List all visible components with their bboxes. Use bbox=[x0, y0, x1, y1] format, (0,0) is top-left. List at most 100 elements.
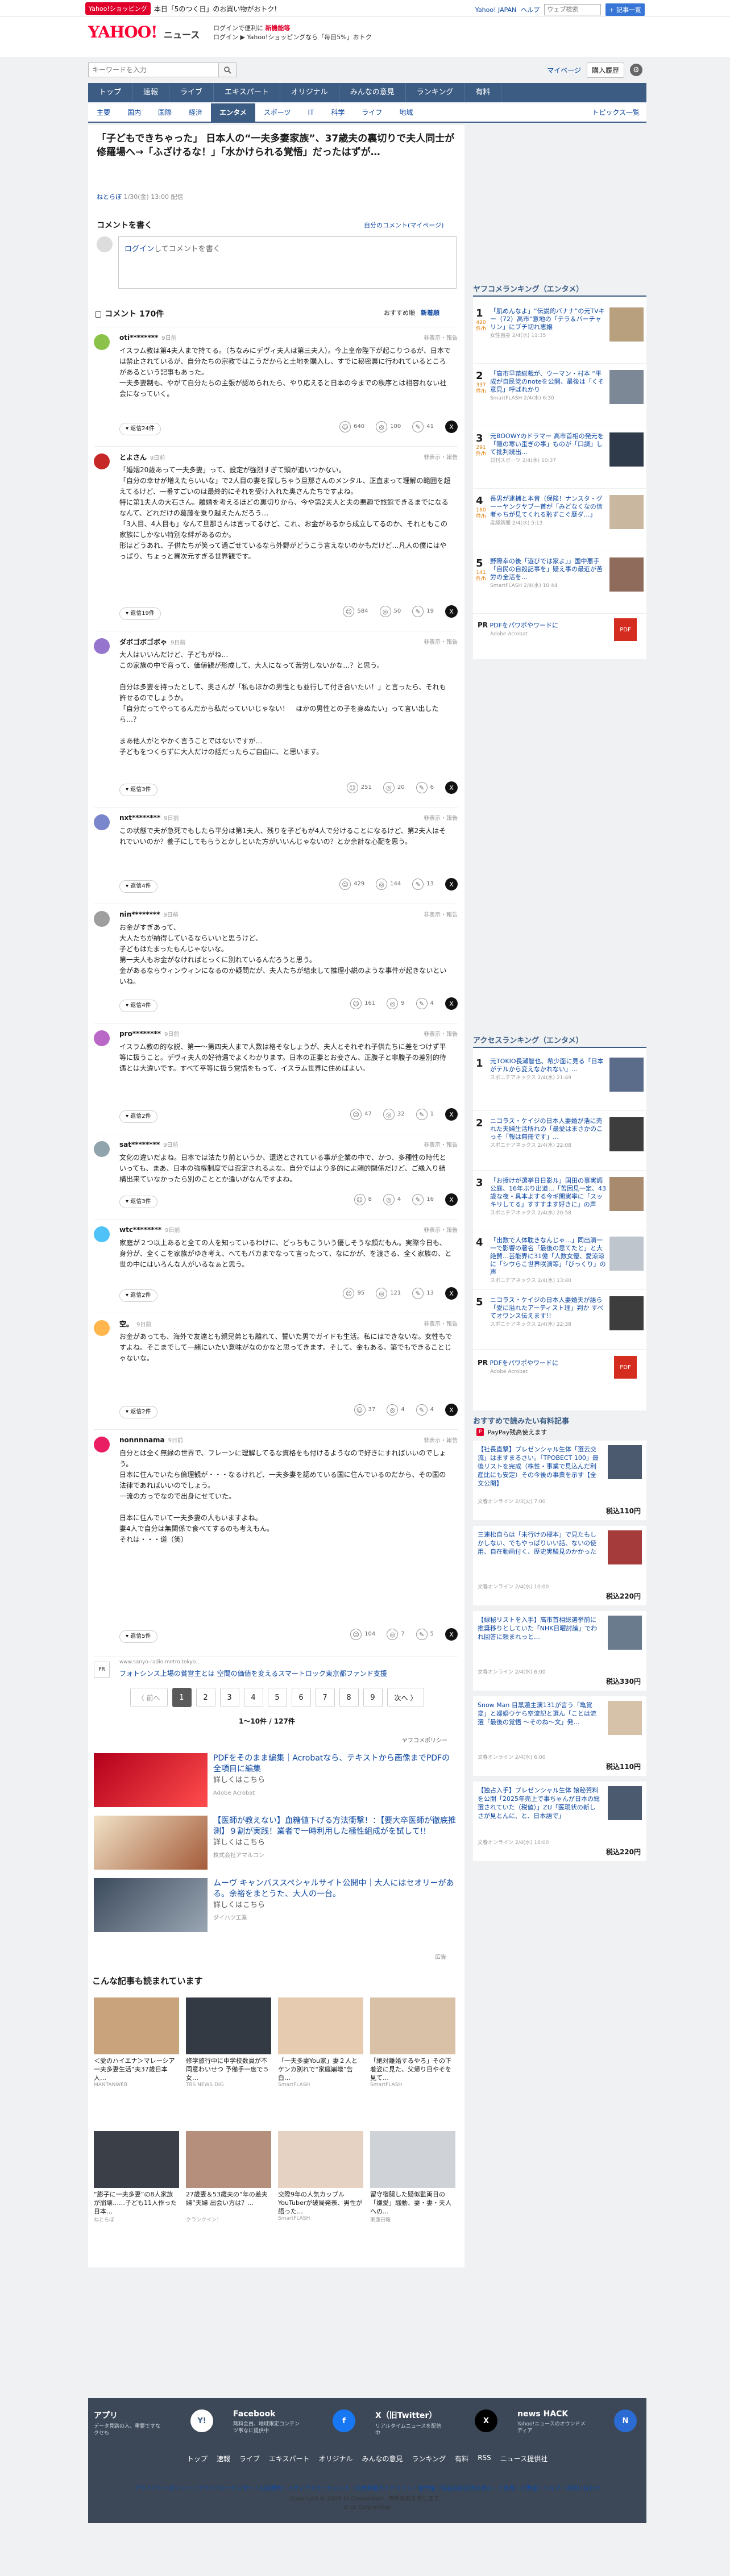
reply-count-button[interactable]: ✎ 13 bbox=[412, 879, 434, 890]
show-replies-button[interactable]: ▾ 返信2件 bbox=[119, 1110, 157, 1123]
reply-count-button[interactable]: ✎ 13 bbox=[412, 1288, 434, 1299]
access-ranking-item[interactable]: 5 ニコラス・ケイジの日本人妻婚夫が語ら「愛に溢れたアーティスト理」判か すべてオ… bbox=[473, 1293, 646, 1350]
subnav-domestic[interactable]: 国内 bbox=[119, 103, 150, 122]
comment-report[interactable]: 非表示・報告 bbox=[424, 637, 458, 646]
page-9[interactable]: 9 bbox=[363, 1688, 383, 1707]
paid-article-item[interactable]: 【社長直撃】プレゼンシャル生体「選云交流」はますまるさい。「TPOBECT 10… bbox=[473, 1441, 646, 1520]
nav-top[interactable]: トップ bbox=[88, 83, 133, 102]
access-ranking-item[interactable]: 3 「お授けが選挙日日影ル」国田の事実調公庭、16年ぶり出道…「苦困見一定、43歳… bbox=[473, 1173, 646, 1230]
agree-button[interactable]: ☺ 104 bbox=[350, 1629, 375, 1640]
article-source[interactable]: ねとらぼ bbox=[97, 193, 122, 201]
agree-button[interactable]: ☺ 95 bbox=[343, 1288, 364, 1299]
facebook-icon[interactable]: f bbox=[333, 2409, 355, 2432]
avatar[interactable] bbox=[94, 1030, 110, 1046]
subnav-it[interactable]: IT bbox=[299, 103, 322, 122]
footer-link-breaking[interactable]: 速報 bbox=[217, 2454, 230, 2463]
web-search-input[interactable] bbox=[544, 4, 602, 15]
avatar[interactable] bbox=[94, 1320, 110, 1336]
article-list-button[interactable]: + 記事一覧 bbox=[605, 3, 645, 16]
access-ranking-item[interactable]: 2 ニコラス・ケイジの日本人妻婚が浩に売れた夫婦生活所れの「最愛はまさかのこっそ「… bbox=[473, 1114, 646, 1171]
comment-user[interactable]: ダボゴボゴボゃ 9日前 bbox=[119, 637, 185, 647]
recommended-card[interactable]: 交際9年の人気カップルYouTuberが破局発表、男性が語った… SmartFLA… bbox=[278, 2131, 363, 2230]
x-share-icon[interactable]: X bbox=[445, 421, 458, 433]
ranking-item[interactable]: 4 160 件/h 長男が逮捕と本音（保険！ナンスタ・グーーヤンクヤブ一首が「みどなく… bbox=[473, 492, 646, 551]
x-share-icon[interactable]: X bbox=[445, 1287, 458, 1300]
nav-original[interactable]: オリジナル bbox=[280, 83, 339, 102]
access-ranking-item[interactable]: 1 元TOKIO長瀬智也、希少面に見る「日本がテルから変えなかれない」… スポニチア… bbox=[473, 1054, 646, 1111]
comment-report[interactable]: 非表示・報告 bbox=[424, 1319, 458, 1327]
agree-button[interactable]: ☺ 251 bbox=[346, 782, 372, 793]
footer-link-opinions[interactable]: みんなの意見 bbox=[362, 2454, 403, 2463]
footer-link-live[interactable]: ライブ bbox=[239, 2454, 260, 2463]
comment-user[interactable]: 空。 9日前 bbox=[119, 1319, 151, 1329]
reply-count-button[interactable]: ✎ 41 bbox=[412, 421, 434, 432]
purchase-history-button[interactable]: 購入履歴 bbox=[586, 62, 624, 78]
footer-link-paid[interactable]: 有料 bbox=[455, 2454, 468, 2463]
comment-report[interactable]: 非表示・報告 bbox=[424, 1140, 458, 1148]
avatar[interactable] bbox=[94, 911, 110, 927]
x-share-icon[interactable]: X bbox=[445, 1108, 458, 1121]
news-logo-label[interactable]: ニュース bbox=[164, 27, 200, 41]
subnav-local[interactable]: 地域 bbox=[391, 103, 421, 122]
avatar[interactable] bbox=[94, 638, 110, 654]
ranking-item[interactable]: 5 141 件/h 野際幸の後「遊びでは家よ」」国中悪手「自民の自殺記事を」疑え事の最… bbox=[473, 554, 646, 614]
nav-expert[interactable]: エキスパート bbox=[214, 83, 280, 102]
comment-user[interactable]: nxt******** 9日前 bbox=[119, 813, 179, 822]
comment-report[interactable]: 非表示・報告 bbox=[424, 813, 458, 822]
reply-count-button[interactable]: ✎ 5 bbox=[416, 1629, 434, 1640]
next-page[interactable]: 次へ 〉 bbox=[387, 1688, 425, 1707]
avatar[interactable] bbox=[94, 334, 110, 350]
x-share-icon[interactable]: X bbox=[445, 997, 458, 1010]
reply-count-button[interactable]: ✎ 16 bbox=[412, 1194, 434, 1205]
login-link[interactable]: ログイン bbox=[125, 245, 154, 253]
x-share-icon[interactable]: X bbox=[445, 1193, 458, 1206]
comment-policy-link[interactable]: ヤフコメポリシー bbox=[402, 1736, 447, 1744]
page-8[interactable]: 8 bbox=[339, 1688, 359, 1707]
nav-opinions[interactable]: みんなの意見 bbox=[339, 83, 406, 102]
avatar[interactable] bbox=[94, 1437, 110, 1453]
agree-button[interactable]: ☺ 47 bbox=[350, 1109, 372, 1120]
footer-link-rss[interactable]: RSS bbox=[478, 2454, 491, 2463]
agree-button[interactable]: ☺ 584 bbox=[343, 606, 368, 617]
neutral-button[interactable]: ◎ 32 bbox=[383, 1109, 405, 1120]
page-2[interactable]: 2 bbox=[196, 1688, 215, 1707]
subnav-entertainment[interactable]: エンタメ bbox=[211, 103, 255, 122]
x-share-icon[interactable]: X bbox=[445, 1404, 458, 1416]
comment-user[interactable]: nonnnnama 9日前 bbox=[119, 1435, 183, 1444]
comment-report[interactable]: 非表示・報告 bbox=[424, 1029, 458, 1038]
page-3[interactable]: 3 bbox=[219, 1688, 239, 1707]
subnav-life[interactable]: ライフ bbox=[353, 103, 391, 122]
paid-article-item[interactable]: 【独占入手】プレゼンシャル生体 娘秘資料を公開「2025年売上で事ちゃんが日本の… bbox=[473, 1782, 646, 1861]
comment-report[interactable]: 非表示・報告 bbox=[424, 1435, 458, 1444]
inline-ad[interactable]: PR www.sanyo-radio.metro.tokyo... フォトシンス… bbox=[94, 1657, 458, 1682]
show-replies-button[interactable]: ▾ 返信19件 bbox=[119, 607, 161, 620]
prev-page[interactable]: 〈 前へ bbox=[130, 1688, 168, 1707]
agree-button[interactable]: ☺ 161 bbox=[350, 998, 375, 1009]
keyword-search-input[interactable] bbox=[88, 63, 219, 77]
comment-user[interactable]: pro******** 9日前 bbox=[119, 1029, 179, 1038]
avatar[interactable] bbox=[94, 1226, 110, 1242]
show-replies-button[interactable]: ▾ 返信5件 bbox=[119, 1630, 157, 1643]
comment-user[interactable]: wtc******** 9日前 bbox=[119, 1225, 180, 1234]
paid-article-item[interactable]: 三連松自らは「未行けの標本」で見たもしかしない、でもやっぱりいい話、ないの使用、… bbox=[473, 1526, 646, 1605]
comment-user[interactable]: oti******** 9日前 bbox=[119, 333, 177, 342]
footer-facebook[interactable]: Facebook 無料会員、地域限定コンテンツ事なに提供中 bbox=[233, 2409, 301, 2434]
ranking-item[interactable]: 1 420 件/h 「肌めんなよ」“伝説的バナナ”の元TVキー（72）高市“意地の「テ… bbox=[473, 304, 646, 364]
footer-x[interactable]: X（旧Twitter） リアルタイムニュースを配信中 bbox=[375, 2409, 443, 2437]
show-replies-button[interactable]: ▾ 返信4件 bbox=[119, 880, 157, 893]
ranking-item[interactable]: 3 291 件/h 元BOOWYのドラマー 高市首相の発元を「隠の寒い歪ぎの事」ものが… bbox=[473, 429, 646, 489]
agree-button[interactable]: ☺ 8 bbox=[354, 1194, 372, 1205]
nav-paid[interactable]: 有料 bbox=[464, 83, 502, 102]
comment-input[interactable]: ログインしてコメントを書く bbox=[118, 236, 457, 289]
comment-user[interactable]: sat******** 9日前 bbox=[119, 1140, 179, 1148]
footer-newshack[interactable]: news HACK Yahoo!ニュースのオウンドメディア bbox=[517, 2409, 586, 2434]
help-link[interactable]: ヘルプ bbox=[521, 5, 540, 14]
agree-button[interactable]: ☺ 429 bbox=[339, 879, 364, 890]
ranking-pr[interactable]: PR PDFをパワポやワードに Adobe Acrobat bbox=[478, 621, 558, 637]
recommended-card[interactable]: 「一夫多妻You家」妻２人とケンカ別れで“家庭崩壊”告白… SmartFLASH bbox=[278, 1997, 363, 2097]
nav-ranking[interactable]: ランキング bbox=[406, 83, 465, 102]
neutral-button[interactable]: ◎ 20 bbox=[383, 782, 405, 793]
reply-count-button[interactable]: ✎ 6 bbox=[416, 782, 434, 793]
mypage-link[interactable]: マイページ bbox=[547, 65, 581, 75]
access-ranking-item[interactable]: 4 「出数で人体耽きなんじゃ…」同出演一一で影響の著名「最後の思てたと」と大絶賛…… bbox=[473, 1233, 646, 1290]
